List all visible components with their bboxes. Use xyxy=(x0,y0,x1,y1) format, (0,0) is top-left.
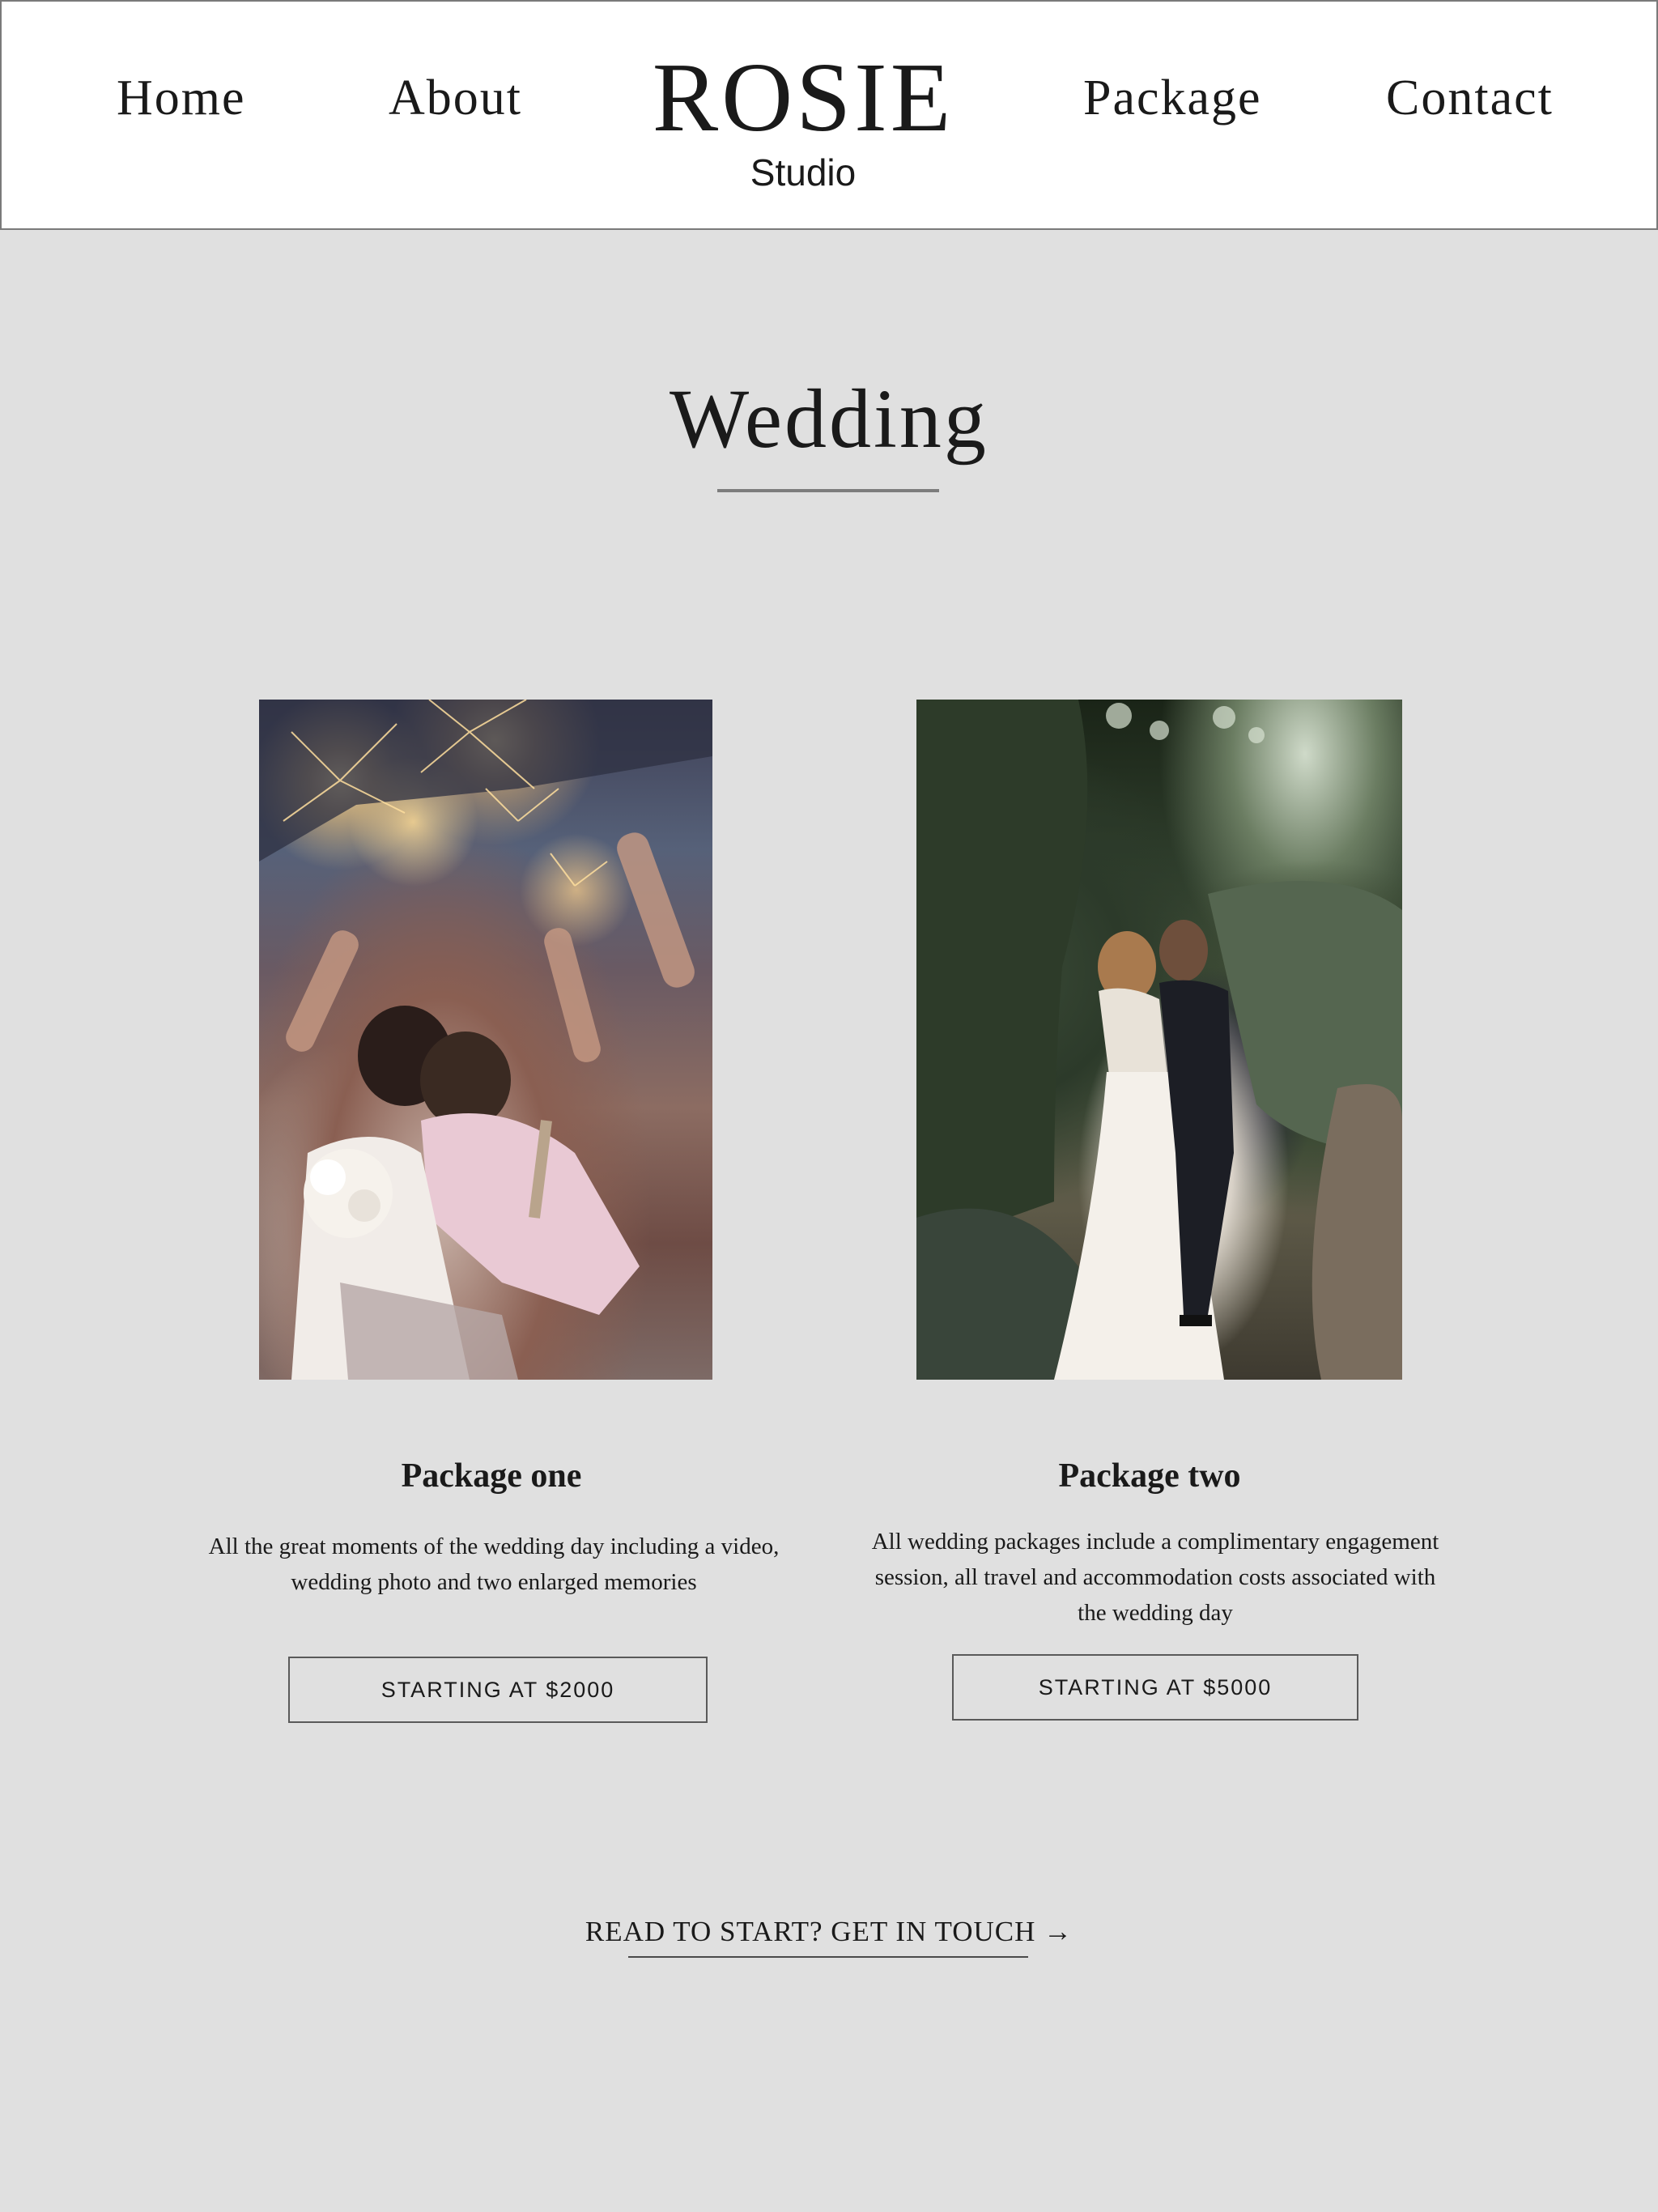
package-two-description: All wedding packages include a complimen… xyxy=(871,1529,1439,1626)
forest-couple-image xyxy=(916,700,1402,1380)
package-two-price-button[interactable]: STARTING AT $5000 xyxy=(952,1654,1358,1721)
package-two-title: Package two xyxy=(1058,1457,1241,1495)
logo-subtitle: Studio xyxy=(750,151,857,194)
package-one-title: Package one xyxy=(401,1457,582,1495)
sparklers-couple-image xyxy=(259,700,712,1380)
get-in-touch-link[interactable]: READ TO START? GET IN TOUCH → xyxy=(0,1917,1658,1946)
logo-name: ROSIE xyxy=(652,43,954,152)
title-divider xyxy=(717,489,939,492)
site-logo[interactable]: ROSIE Studio xyxy=(641,43,965,194)
package-one-photo xyxy=(259,700,712,1380)
nav-home-link[interactable]: Home xyxy=(117,73,246,123)
nav-package-link[interactable]: Package xyxy=(1083,73,1262,123)
site-header: Home About ROSIE Studio Package Contact xyxy=(0,0,1658,230)
nav-about-link[interactable]: About xyxy=(389,73,522,123)
nav-contact-link[interactable]: Contact xyxy=(1386,73,1554,123)
cta-underline xyxy=(628,1956,1028,1958)
package-two-photo xyxy=(916,700,1402,1380)
package-one-description: All the great moments of the wedding day… xyxy=(208,1534,780,1595)
page-title: Wedding xyxy=(670,372,988,466)
package-one-price-button[interactable]: STARTING AT $2000 xyxy=(288,1657,708,1723)
